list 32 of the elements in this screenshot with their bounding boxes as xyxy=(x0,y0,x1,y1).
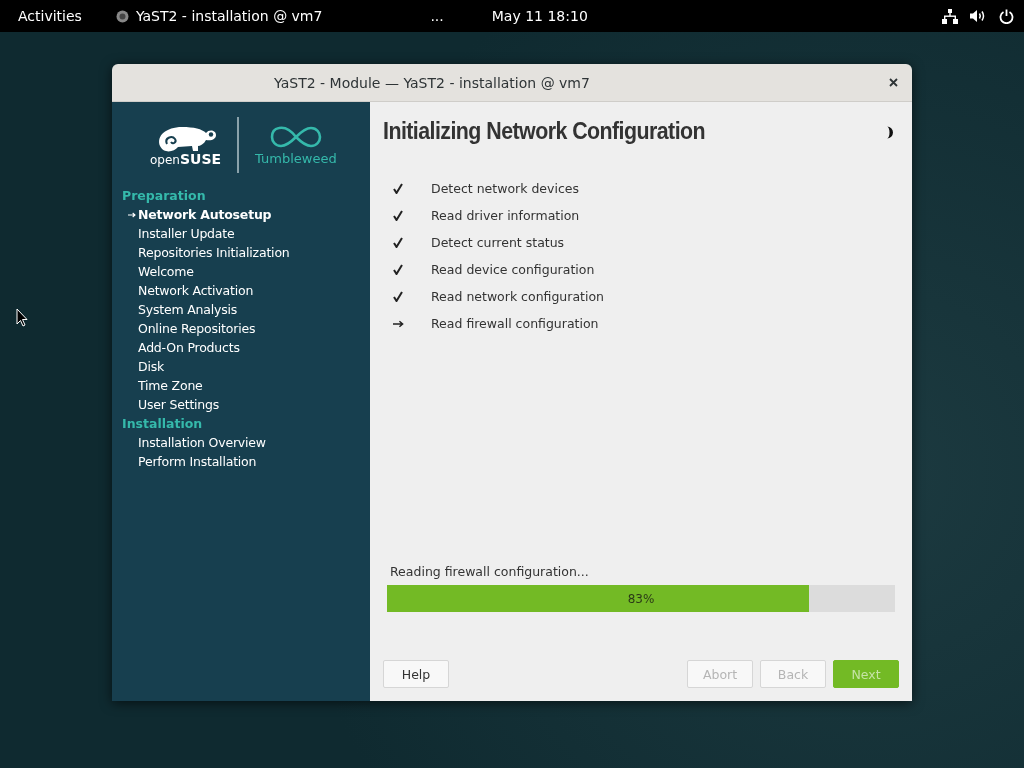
edition-name: Tumbleweed xyxy=(255,150,337,166)
progress-percent: 83% xyxy=(627,591,655,606)
step-item: Add-On Products xyxy=(138,340,240,355)
step-item: Time Zone xyxy=(138,378,203,393)
step-label: Read network configuration xyxy=(431,289,605,304)
step-item: Installer Update xyxy=(138,226,235,241)
app-menu[interactable]: YaST2 - installation @ vm7 xyxy=(135,8,323,24)
window-title: YaST2 - Module — YaST2 - installation @ vm7 xyxy=(274,74,590,91)
step-item: Network Autosetup xyxy=(138,207,272,222)
step-item: Network Activation xyxy=(138,283,254,298)
overflow-indicator: ... xyxy=(430,8,444,24)
step-label: Read firewall configuration xyxy=(431,316,599,331)
wizard-button[interactable]: Help xyxy=(383,660,449,688)
step-label: Read driver information xyxy=(431,208,580,223)
step-item: System Analysis xyxy=(138,302,238,317)
step-label: Detect network devices xyxy=(431,181,579,196)
step-item: Installation Overview xyxy=(138,435,266,450)
activities-button[interactable]: Activities xyxy=(18,8,82,24)
step-item: Welcome xyxy=(138,264,194,279)
section-title: Installation xyxy=(122,415,204,433)
step-label: Detect current status xyxy=(431,235,565,250)
step-item: Perform Installation xyxy=(138,454,257,469)
brand-name: openSUSE xyxy=(150,152,222,166)
step-item: Disk xyxy=(138,359,165,374)
step-item: Online Repositories xyxy=(138,321,256,336)
clock[interactable]: May 11 18:10 xyxy=(491,8,588,24)
step-item: User Settings xyxy=(138,397,220,412)
progress-label: Reading firewall configuration... xyxy=(390,564,590,579)
section-title: Preparation xyxy=(122,187,207,205)
step-item: Repositories Initialization xyxy=(138,245,290,260)
page-heading: Initializing Network Configuration xyxy=(383,118,706,145)
step-label: Read device configuration xyxy=(431,262,595,277)
